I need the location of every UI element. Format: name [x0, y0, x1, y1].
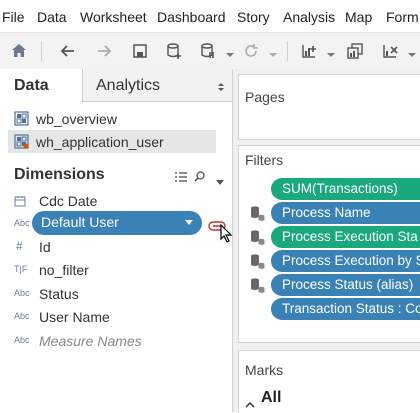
calendar-abc-icon [14, 195, 26, 209]
filter-label: Process Status (alias) [282, 277, 414, 292]
clear-icon[interactable] [377, 38, 403, 64]
tab-analytics-label: Analytics [96, 77, 161, 94]
tab-data[interactable]: Data [0, 69, 83, 102]
filter-label: Transaction Status : Co [282, 301, 420, 316]
filter-label: SUM(Transactions) [282, 181, 398, 196]
filter-pill[interactable]: Process Execution Sta [271, 226, 420, 248]
pages-title: Pages [245, 89, 285, 105]
boolean-icon: T|F [14, 264, 28, 274]
datasource-item[interactable]: wb_overview [8, 107, 216, 130]
string-icon: Abc [14, 311, 30, 321]
chevron-down-icon[interactable] [407, 42, 417, 68]
menu-bar: File Data Worksheet Dashboard Story Anal… [0, 0, 420, 32]
tab-data-label: Data [14, 77, 49, 94]
filter-pill[interactable]: Transaction Status : Co [271, 298, 420, 320]
menu-analysis[interactable]: Analysis [283, 9, 335, 25]
database-link-icon [249, 204, 267, 222]
back-icon[interactable] [55, 38, 81, 64]
new-datasource-icon[interactable] [161, 38, 187, 64]
field-item[interactable]: Cdc Date [0, 190, 232, 212]
database-link-icon [249, 276, 267, 294]
field-item[interactable]: Abc Status [0, 283, 232, 305]
filter-label: Process Name [282, 205, 371, 220]
string-icon: Abc [14, 335, 30, 345]
chevron-down-icon[interactable] [326, 42, 336, 68]
filter-label: Process Execution Sta [282, 229, 418, 244]
marks-title: Marks [245, 362, 284, 378]
field-item[interactable]: # Id [0, 236, 232, 258]
filters-title: Filters [245, 152, 284, 168]
field-item[interactable]: T|F no_filter [0, 259, 232, 281]
toolbar [0, 32, 420, 70]
field-item[interactable]: Abc Measure Names [0, 330, 232, 352]
datasource-icon [14, 134, 29, 149]
string-icon: Abc [14, 288, 30, 298]
forward-icon[interactable] [91, 38, 117, 64]
filters-shelf[interactable]: Filters SUM(Transactions) Process Name P… [238, 145, 420, 343]
menu-data[interactable]: Data [37, 9, 67, 25]
dimensions-title: Dimensions [14, 166, 105, 183]
database-link-icon [249, 252, 267, 270]
chevron-down-icon[interactable] [268, 42, 278, 68]
cursor-pointer-icon [219, 223, 233, 248]
chevron-down-icon[interactable] [225, 42, 235, 68]
string-icon: Abc [14, 218, 30, 228]
field-name: no_filter [39, 262, 89, 278]
up-down-arrows-icon[interactable] [218, 79, 224, 97]
database-link-icon [249, 228, 267, 246]
view-list-icon[interactable] [175, 169, 187, 187]
pause-updates-icon[interactable] [195, 38, 221, 64]
duplicate-icon[interactable] [342, 38, 368, 64]
filter-pill[interactable]: Process Execution by S [271, 250, 420, 272]
datasource-name: wb_overview [36, 111, 117, 127]
field-name: Id [39, 239, 51, 255]
number-icon: # [16, 239, 23, 253]
chevron-down-icon [185, 220, 193, 225]
field-item[interactable]: Abc User Name [0, 306, 232, 328]
datasource-name: wh_application_user [36, 134, 164, 150]
filter-pill[interactable]: Process Name [271, 202, 420, 224]
search-icon[interactable] [194, 169, 205, 187]
save-icon[interactable] [127, 38, 153, 64]
menu-file[interactable]: File [2, 9, 25, 25]
menu-story[interactable]: Story [237, 9, 270, 25]
marks-card[interactable]: Marks All [238, 350, 420, 413]
field-name: Measure Names [39, 333, 142, 349]
dragged-field-pill[interactable]: Default User [32, 211, 202, 235]
filter-label: Process Execution by S [282, 253, 420, 268]
new-worksheet-icon[interactable] [296, 38, 322, 64]
datasource-item-selected[interactable]: wh_application_user [8, 130, 216, 153]
shelves-pane: Pages Filters SUM(Transactions) Process … [233, 69, 420, 413]
data-pane: Data Analytics wb_overview wh_applicatio… [0, 69, 233, 412]
refresh-icon[interactable] [238, 38, 264, 64]
datasource-icon [14, 111, 29, 126]
field-name: User Name [39, 309, 110, 325]
menu-worksheet[interactable]: Worksheet [80, 9, 147, 25]
field-name: Status [39, 286, 79, 302]
chevron-down-icon[interactable] [216, 172, 224, 190]
pill-label: Default User [41, 214, 119, 230]
filter-pill[interactable]: SUM(Transactions) [271, 178, 420, 200]
pane-tabs: Data Analytics [0, 69, 232, 102]
marks-all-label[interactable]: All [261, 389, 281, 407]
filter-pill[interactable]: Process Status (alias) [271, 274, 420, 296]
menu-map[interactable]: Map [345, 9, 372, 25]
tab-analytics[interactable]: Analytics [83, 69, 232, 102]
field-name: Cdc Date [39, 193, 98, 209]
home-icon[interactable] [6, 38, 32, 64]
menu-format[interactable]: Form [386, 9, 419, 25]
chevron-up-icon[interactable] [245, 395, 255, 413]
pages-shelf[interactable]: Pages [238, 74, 420, 140]
menu-dashboard[interactable]: Dashboard [157, 9, 226, 25]
